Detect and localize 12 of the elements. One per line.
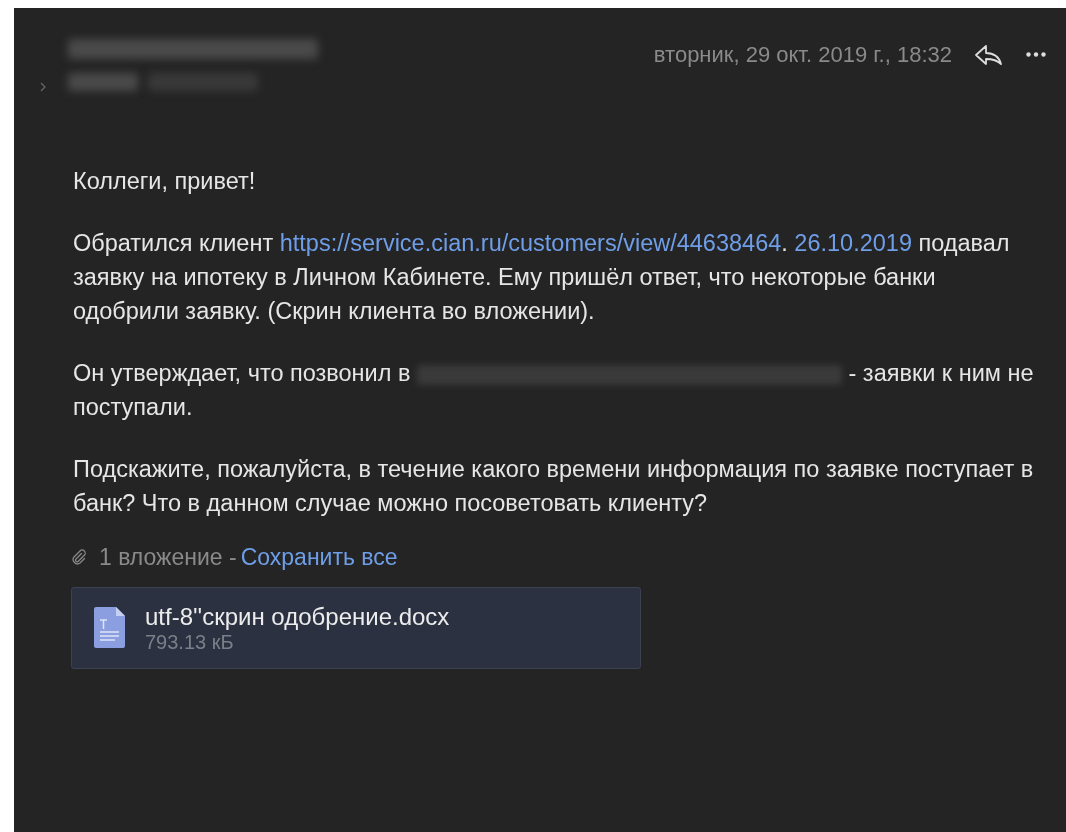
message-paragraph: Он утверждает, что позвонил в - заявки к ним не поступали. — [73, 359, 1034, 422]
save-all-link[interactable]: Сохранить все — [240, 540, 398, 575]
attachment-size: 793.13 кБ — [145, 630, 235, 653]
message-date: вторник, 29 окт. 2019 г., 18:32 — [653, 41, 952, 69]
link[interactable]: 26.10.2019 — [794, 230, 912, 256]
link[interactable]: https://service.cian.ru/customers/view/44638464 — [279, 230, 782, 256]
attachment-name: utf-8''скрин одобрение.docx — [145, 602, 450, 631]
message-paragraph: Обратился клиент https://service.cian.ru/customers/view/44638464. 26.10.2019 подавал заявку на ипотеку в Личном Кабинете. Ему пришёл ответ, что некоторые банки одобрили заявку. (Скрин клиента во вложении). — [73, 229, 1011, 326]
attachment-card[interactable]: utf-8''скрин одобрение.docx 793.13 кБ — [71, 586, 641, 669]
attachment-count: 1 вложение - — [99, 543, 237, 572]
message-paragraph: Подскажите, пожалуйста, в течение какого времени информация по заявке поступает в банк? Что в данном случае можно посоветовать клиенту? — [73, 455, 1034, 518]
message-paragraph: Коллеги, привет! — [73, 167, 257, 196]
